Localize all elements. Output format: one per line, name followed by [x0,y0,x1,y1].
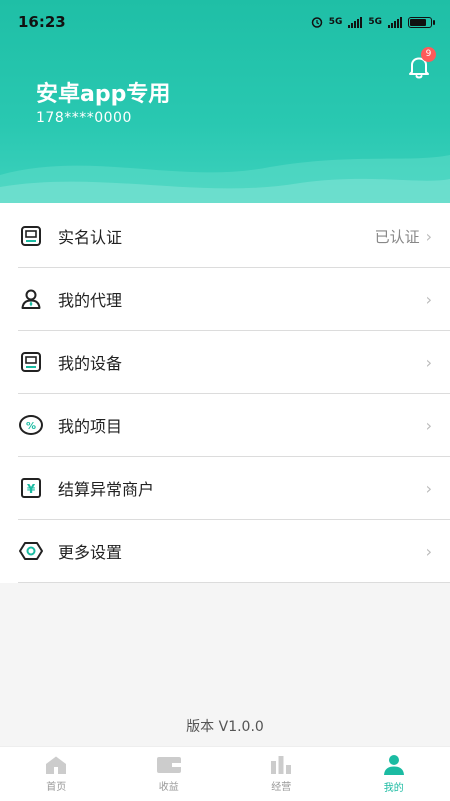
signal-icon [388,17,402,28]
menu-item-more-settings[interactable]: 更多设置 › [18,520,450,583]
chevron-right-icon: › [426,479,432,498]
tab-label: 经营 [271,778,291,793]
bottom-tab-bar: 首页 收益 经营 我的 [0,746,450,801]
battery-icon [408,17,432,28]
profile-header: 16:23 5G 5G [0,0,450,205]
svg-text:¥: ¥ [27,482,36,496]
profile-menu: 实名认证 已认证 › 我的代理 › 我的设备 › % 我的项目 › ¥ 结算异常… [0,205,450,583]
tab-earnings[interactable]: 收益 [113,747,226,801]
tab-label: 首页 [46,778,66,793]
menu-item-label: 更多设置 [58,539,426,563]
chevron-right-icon: › [426,416,432,435]
status-bar: 16:23 5G 5G [0,0,450,44]
tab-home[interactable]: 首页 [0,747,113,801]
menu-item-label: 我的项目 [58,413,426,437]
device-icon [18,349,44,375]
tab-business[interactable]: 经营 [225,747,338,801]
agent-person-icon [18,286,44,312]
menu-item-label: 我的代理 [58,287,426,311]
home-icon [44,755,68,775]
chevron-right-icon: › [426,290,432,309]
user-name: 安卓app专用 [36,76,170,108]
tab-label: 我的 [384,779,404,794]
notification-button[interactable]: 9 [404,52,434,82]
menu-item-abnormal-settlement-merchants[interactable]: ¥ 结算异常商户 › [18,457,450,520]
yuan-icon: ¥ [18,475,44,501]
chevron-right-icon: › [426,353,432,372]
status-icons: 5G 5G [311,16,432,28]
user-icon [382,754,406,776]
notification-badge: 9 [421,47,436,62]
percent-icon: % [18,412,44,438]
menu-item-label: 结算异常商户 [58,476,426,500]
signal-icon [348,17,362,28]
tab-label: 收益 [159,778,179,793]
chevron-right-icon: › [426,227,432,246]
menu-item-label: 实名认证 [58,224,375,248]
wallet-icon [156,755,182,775]
header-wave [0,145,450,205]
verification-status: 已认证 [375,226,420,247]
svg-text:%: % [26,421,36,432]
menu-item-my-agents[interactable]: 我的代理 › [18,268,450,331]
user-phone: 178****0000 [36,110,132,126]
network-type-1: 5G [329,17,343,27]
menu-item-real-name-verification[interactable]: 实名认证 已认证 › [18,205,450,268]
alarm-icon [311,16,323,28]
bar-chart-icon [269,755,293,775]
menu-item-my-devices[interactable]: 我的设备 › [18,331,450,394]
menu-item-label: 我的设备 [58,350,426,374]
app-version: 版本 V1.0.0 [0,716,450,736]
chevron-right-icon: › [426,542,432,561]
id-card-icon [18,223,44,249]
tab-mine[interactable]: 我的 [338,747,450,801]
status-time: 16:23 [18,13,66,31]
menu-item-my-projects[interactable]: % 我的项目 › [18,394,450,457]
network-type-2: 5G [368,17,382,27]
settings-hexagon-icon [18,538,44,564]
